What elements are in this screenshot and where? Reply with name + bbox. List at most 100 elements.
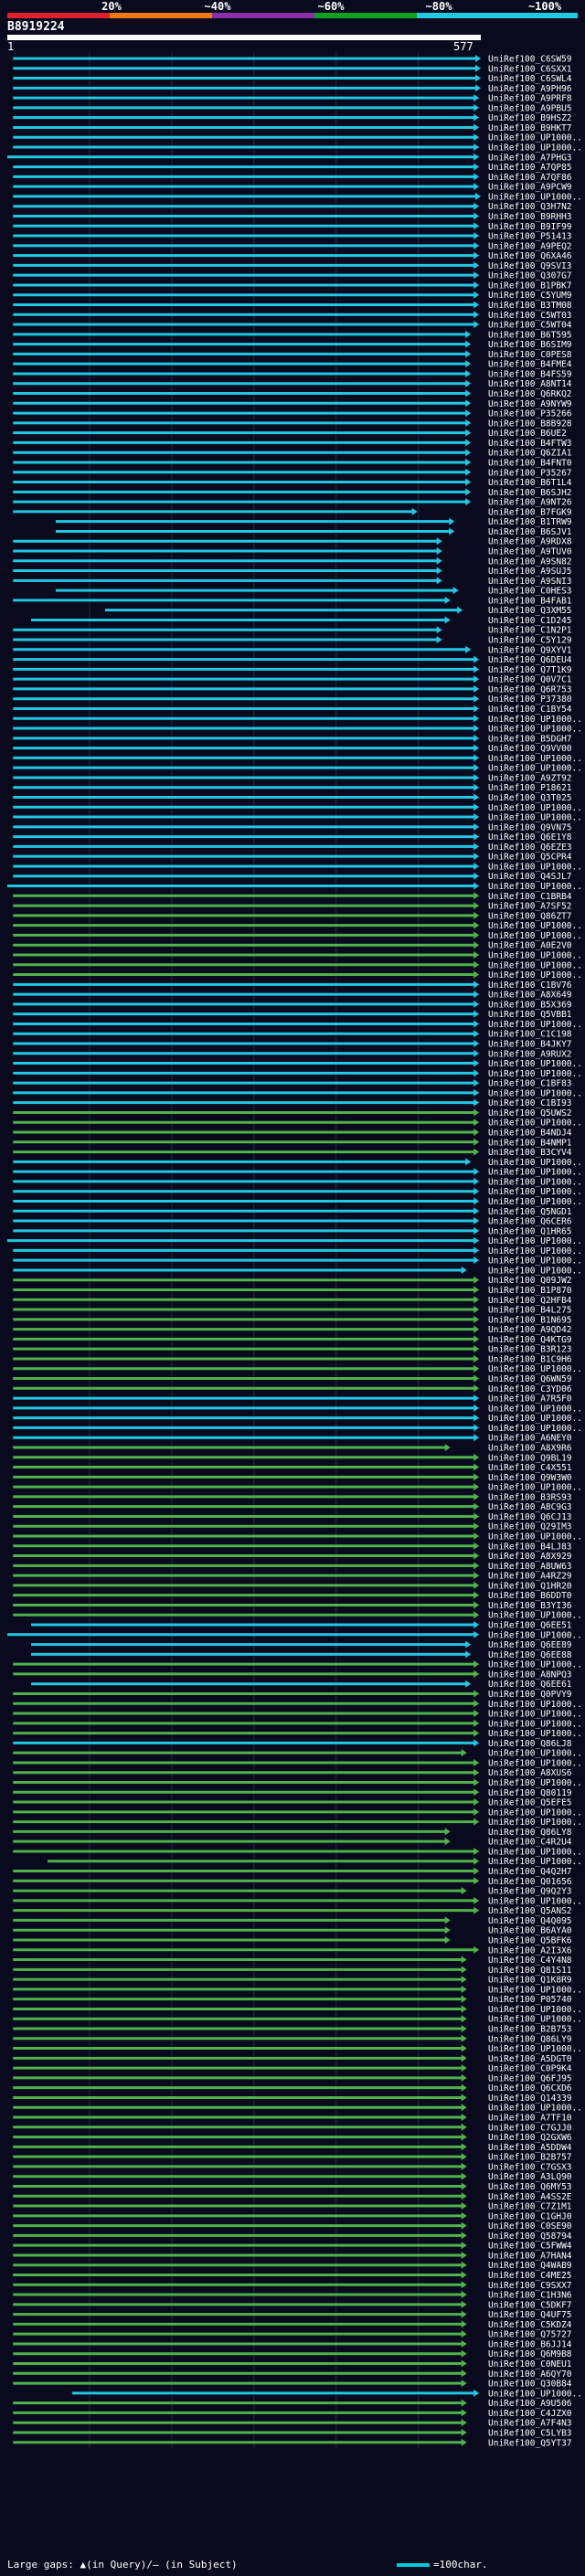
hit-label[interactable]: UniRef100_A8UW63 bbox=[488, 1562, 572, 1572]
hit-label[interactable]: UniRef100_Q5NGD1 bbox=[488, 1207, 572, 1217]
hit-label[interactable]: UniRef100_C1BY54 bbox=[488, 705, 572, 715]
hit-label[interactable]: UniRef100_UP1000.. bbox=[488, 1020, 582, 1030]
hit-label[interactable]: UniRef100_UP1000.. bbox=[488, 1414, 582, 1424]
hit-label[interactable]: UniRef100_B1C9H6 bbox=[488, 1354, 572, 1364]
hit-label[interactable]: UniRef100_P35267 bbox=[488, 468, 572, 478]
hit-label[interactable]: UniRef100_A7R5F0 bbox=[488, 1394, 572, 1405]
hit-label[interactable]: UniRef100_B9HKT7 bbox=[488, 123, 572, 133]
hit-label[interactable]: UniRef100_A6NEY0 bbox=[488, 1434, 572, 1444]
hit-label[interactable]: UniRef100_UP1000.. bbox=[488, 1404, 582, 1414]
hit-label[interactable]: UniRef100_Q4KTG9 bbox=[488, 1335, 572, 1345]
hit-label[interactable]: UniRef100_UP1000.. bbox=[488, 1700, 582, 1710]
hit-label[interactable]: UniRef100_A9SN82 bbox=[488, 557, 572, 567]
hit-label[interactable]: UniRef100_Q1HR65 bbox=[488, 1226, 572, 1236]
hit-label[interactable]: UniRef100_B3CYV4 bbox=[488, 1148, 572, 1158]
hit-label[interactable]: UniRef100_A3LQ90 bbox=[488, 2172, 572, 2182]
hit-label[interactable]: UniRef100_Q9XYV1 bbox=[488, 645, 572, 655]
hit-label[interactable]: UniRef100_Q75727 bbox=[488, 2330, 572, 2340]
hit-label[interactable]: UniRef100_UP1000.. bbox=[488, 143, 582, 154]
hit-label[interactable]: UniRef100_UP1000.. bbox=[488, 1660, 582, 1670]
hit-label[interactable]: UniRef100_B4JKY7 bbox=[488, 1040, 572, 1050]
hit-label[interactable]: UniRef100_UP1000.. bbox=[488, 1630, 582, 1640]
hit-label[interactable]: UniRef100_Q5EFE5 bbox=[488, 1798, 572, 1808]
hit-label[interactable]: UniRef100_Q6DEU4 bbox=[488, 655, 572, 665]
hit-label[interactable]: UniRef100_Q4WAB9 bbox=[488, 2261, 572, 2271]
hit-label[interactable]: UniRef100_B6SJH2 bbox=[488, 488, 572, 498]
hit-label[interactable]: UniRef100_Q6R753 bbox=[488, 684, 572, 694]
hit-label[interactable]: UniRef100_Q6E1Y8 bbox=[488, 832, 572, 843]
hit-label[interactable]: UniRef100_Q6ZIA1 bbox=[488, 449, 572, 459]
hit-label[interactable]: UniRef100_Q3T025 bbox=[488, 793, 572, 803]
hit-label[interactable]: UniRef100_Q29IM3 bbox=[488, 1522, 572, 1532]
hit-label[interactable]: UniRef100_A9NYW9 bbox=[488, 399, 572, 409]
hit-label[interactable]: UniRef100_UP1000.. bbox=[488, 1818, 582, 1828]
hit-label[interactable]: UniRef100_UP1000.. bbox=[488, 1729, 582, 1739]
hit-label[interactable]: UniRef100_UP1000.. bbox=[488, 2389, 582, 2399]
hit-label[interactable]: UniRef100_UP1000.. bbox=[488, 1896, 582, 1906]
hit-label[interactable]: UniRef100_C5FWW4 bbox=[488, 2242, 572, 2252]
hit-label[interactable]: UniRef100_Q6EE88 bbox=[488, 1650, 572, 1660]
hit-label[interactable]: UniRef100_Q5VBB1 bbox=[488, 1010, 572, 1020]
hit-label[interactable]: UniRef100_Q6FJ95 bbox=[488, 2073, 572, 2083]
hit-label[interactable]: UniRef100_Q09JW2 bbox=[488, 1276, 572, 1286]
hit-label[interactable]: UniRef100_UP1000.. bbox=[488, 1807, 582, 1818]
hit-label[interactable]: UniRef100_B6AYA0 bbox=[488, 1926, 572, 1936]
hit-label[interactable]: UniRef100_Q30B84 bbox=[488, 2380, 572, 2390]
hit-label[interactable]: UniRef100_Q3H7N2 bbox=[488, 202, 572, 212]
hit-label[interactable]: UniRef100_Q6M9B8 bbox=[488, 2349, 572, 2359]
hit-label[interactable]: UniRef100_B9RHH3 bbox=[488, 212, 572, 222]
hit-label[interactable]: UniRef100_Q4Q2H7 bbox=[488, 1867, 572, 1877]
hit-label[interactable]: UniRef100_C5WT04 bbox=[488, 321, 572, 331]
hit-label[interactable]: UniRef100_Q86LY8 bbox=[488, 1828, 572, 1838]
hit-label[interactable]: UniRef100_UP1000.. bbox=[488, 931, 582, 941]
hit-label[interactable]: UniRef100_Q6RKQ2 bbox=[488, 389, 572, 399]
hit-label[interactable]: UniRef100_Q2HFB4 bbox=[488, 1296, 572, 1306]
hit-label[interactable]: UniRef100_A8X9R6 bbox=[488, 1443, 572, 1453]
hit-label[interactable]: UniRef100_UP1000.. bbox=[488, 1364, 582, 1374]
hit-label[interactable]: UniRef100_C6SWL4 bbox=[488, 74, 572, 84]
hit-label[interactable]: UniRef100_A7PHG3 bbox=[488, 153, 572, 163]
hit-label[interactable]: UniRef100_A9ZT92 bbox=[488, 773, 572, 783]
hit-label[interactable]: UniRef100_Q6EE51 bbox=[488, 1621, 572, 1631]
hit-label[interactable]: UniRef100_A9PBU5 bbox=[488, 103, 572, 113]
hit-label[interactable]: UniRef100_A9RDX8 bbox=[488, 537, 572, 547]
hit-label[interactable]: UniRef100_UP1000.. bbox=[488, 1710, 582, 1720]
hit-label[interactable]: UniRef100_Q5ANS2 bbox=[488, 1906, 572, 1916]
hit-label[interactable]: UniRef100_C5LYB3 bbox=[488, 2428, 572, 2438]
hit-label[interactable]: UniRef100_C5KDZ4 bbox=[488, 2320, 572, 2330]
hit-label[interactable]: UniRef100_A7TF10 bbox=[488, 2114, 572, 2124]
hit-label[interactable]: UniRef100_B3YI36 bbox=[488, 1601, 572, 1611]
hit-label[interactable]: UniRef100_UP1000.. bbox=[488, 2015, 582, 2025]
hit-label[interactable]: UniRef100_C4JZX0 bbox=[488, 2409, 572, 2419]
hit-label[interactable]: UniRef100_C7Z1M1 bbox=[488, 2202, 572, 2212]
hit-label[interactable]: UniRef100_Q7T1K9 bbox=[488, 665, 572, 675]
hit-label[interactable]: UniRef100_UP1000.. bbox=[488, 1197, 582, 1207]
hit-label[interactable]: UniRef100_Q6EZE3 bbox=[488, 843, 572, 853]
hit-label[interactable]: UniRef100_UP1000.. bbox=[488, 1069, 582, 1079]
hit-label[interactable]: UniRef100_B6SJV1 bbox=[488, 527, 572, 537]
hit-label[interactable]: UniRef100_P37380 bbox=[488, 694, 572, 705]
hit-label[interactable]: UniRef100_A7QP85 bbox=[488, 163, 572, 173]
hit-label[interactable]: UniRef100_Q9Q2Y3 bbox=[488, 1887, 572, 1897]
hit-label[interactable]: UniRef100_A8X929 bbox=[488, 1552, 572, 1562]
hit-label[interactable]: UniRef100_UP1000.. bbox=[488, 970, 582, 981]
hit-label[interactable]: UniRef100_Q0V7C1 bbox=[488, 675, 572, 685]
hit-label[interactable]: UniRef100_Q3XM55 bbox=[488, 606, 572, 616]
hit-label[interactable]: UniRef100_A9RUX2 bbox=[488, 1049, 572, 1059]
hit-label[interactable]: UniRef100_UP1000.. bbox=[488, 725, 582, 735]
hit-label[interactable]: UniRef100_UP1000.. bbox=[488, 754, 582, 764]
hit-label[interactable]: UniRef100_Q9BL19 bbox=[488, 1453, 572, 1463]
hit-label[interactable]: UniRef100_UP1000.. bbox=[488, 1611, 582, 1621]
hit-label[interactable]: UniRef100_UP1000.. bbox=[488, 1256, 582, 1267]
hit-label[interactable]: UniRef100_A5DDW4 bbox=[488, 2143, 572, 2153]
hit-label[interactable]: UniRef100_Q4SJL7 bbox=[488, 872, 572, 882]
hit-label[interactable]: UniRef100_B6T595 bbox=[488, 330, 572, 340]
hit-label[interactable]: UniRef100_A8C9G3 bbox=[488, 1502, 572, 1512]
hit-label[interactable]: UniRef100_A9PCW9 bbox=[488, 183, 572, 193]
hit-label[interactable]: UniRef100_C4X551 bbox=[488, 1463, 572, 1473]
hit-label[interactable]: UniRef100_B3RS93 bbox=[488, 1492, 572, 1502]
hit-label[interactable]: UniRef100_A8NT14 bbox=[488, 379, 572, 389]
hit-label[interactable]: UniRef100_Q9VV00 bbox=[488, 744, 572, 754]
hit-label[interactable]: UniRef100_A2I3X6 bbox=[488, 1945, 572, 1956]
hit-label[interactable]: UniRef100_Q5YT37 bbox=[488, 2438, 572, 2448]
